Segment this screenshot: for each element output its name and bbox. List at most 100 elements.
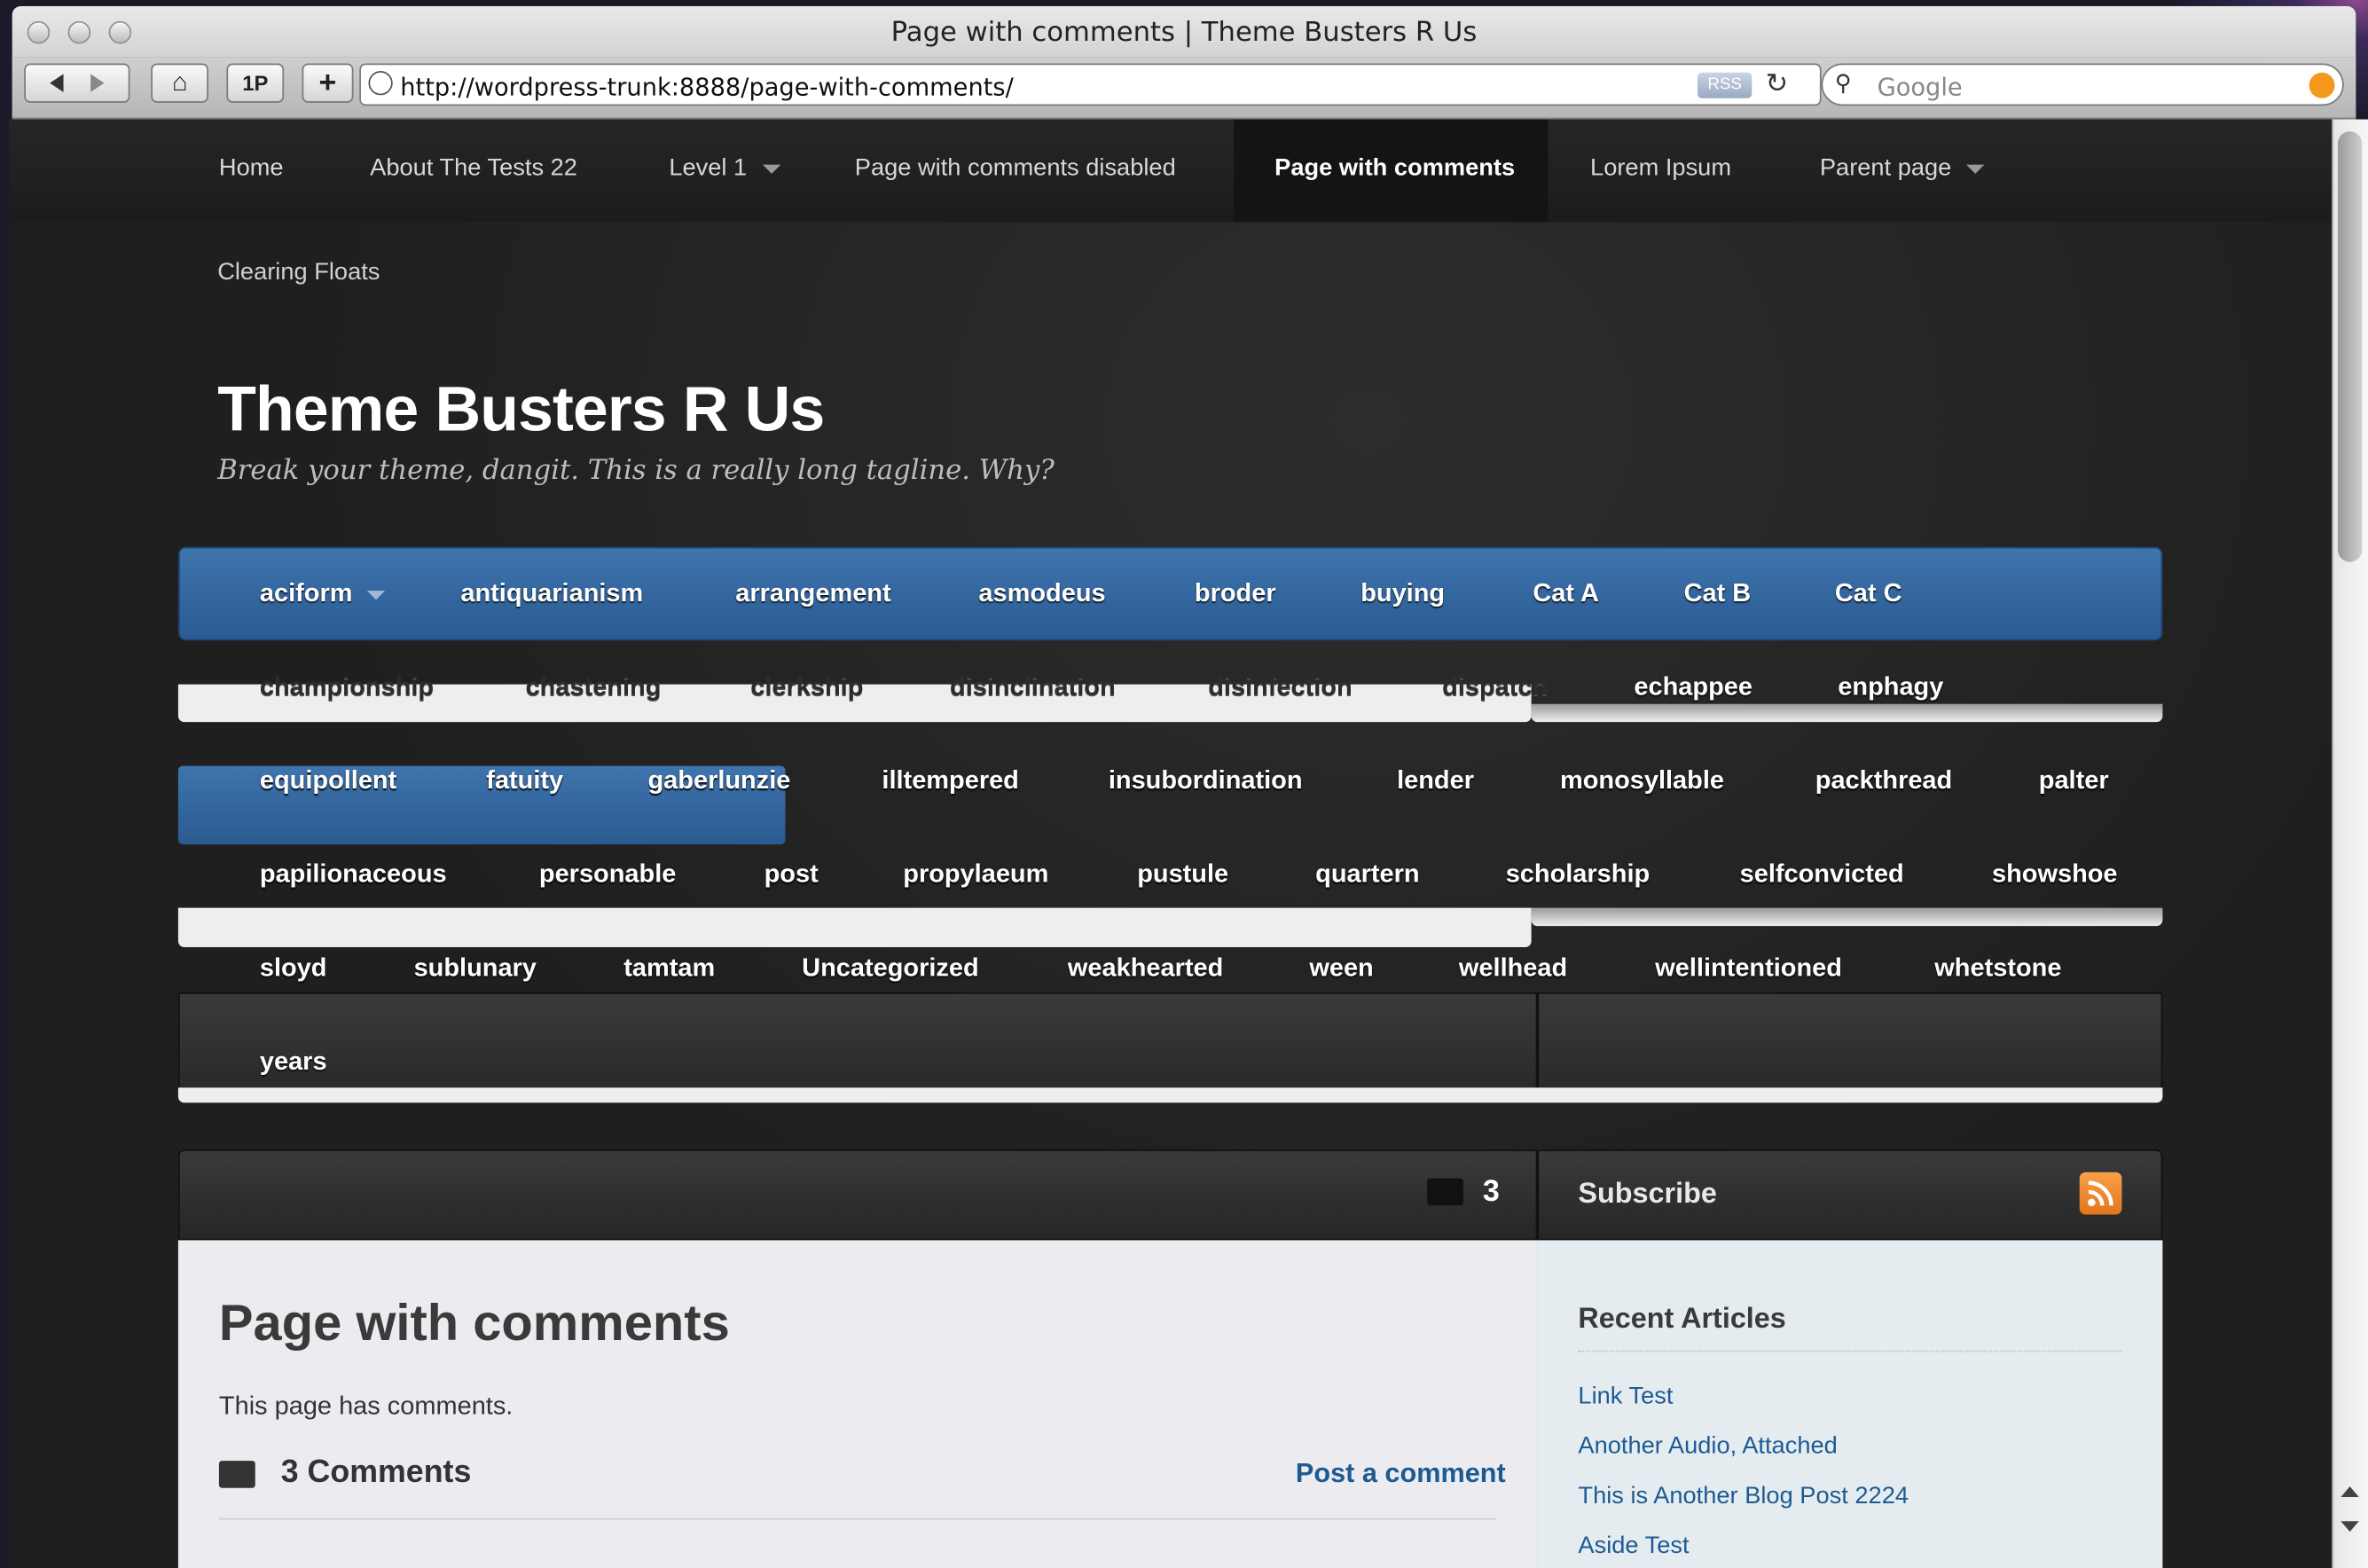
category-link[interactable]: broder — [1195, 578, 1276, 608]
category-link[interactable]: Cat C — [1835, 578, 1902, 608]
url-text[interactable]: http://wordpress-trunk:8888/page-with-co… — [400, 73, 1014, 101]
category-link[interactable]: pustule — [1137, 859, 1228, 890]
category-link[interactable]: chastening — [526, 672, 662, 702]
recent-article-link[interactable]: This is Another Blog Post 2224 — [1578, 1484, 1909, 1511]
category-link[interactable]: clerkship — [750, 672, 863, 702]
rss-feed-icon[interactable] — [2079, 1172, 2122, 1215]
category-link[interactable]: insubordination — [1109, 766, 1303, 796]
forward-arrow-icon[interactable] — [90, 74, 105, 92]
divider — [1578, 1350, 2122, 1353]
comment-count[interactable]: 3 — [1483, 1175, 1500, 1210]
category-link[interactable]: tamtam — [623, 953, 715, 984]
home-button[interactable]: ⌂ — [151, 63, 208, 103]
chevron-down-icon — [762, 164, 780, 174]
window-titlebar: Page with comments | Theme Busters R Us — [12, 5, 2356, 59]
category-link[interactable]: aciform — [260, 578, 386, 608]
category-link[interactable]: scholarship — [1506, 859, 1650, 890]
chevron-down-icon — [367, 590, 386, 600]
category-link[interactable]: years — [260, 1047, 327, 1077]
search-provider-icon[interactable] — [2309, 72, 2335, 98]
onepassword-button[interactable]: 1P — [226, 63, 285, 103]
comments-icon — [218, 1461, 255, 1488]
search-field[interactable]: ⚲ Google — [1821, 63, 2344, 106]
nav-item-level-1[interactable]: Level 1 — [669, 155, 780, 183]
divider — [218, 1517, 1497, 1520]
category-link[interactable]: propylaeum — [903, 859, 1048, 890]
page-scrollbar[interactable] — [2332, 119, 2368, 1568]
category-link[interactable]: disinfection — [1208, 672, 1352, 702]
post-comment-link[interactable]: Post a comment — [1296, 1458, 1506, 1490]
category-link[interactable]: Uncategorized — [802, 953, 978, 984]
plus-icon: + — [318, 66, 337, 99]
onepassword-label: 1P — [242, 71, 269, 96]
nav-item-home[interactable]: Home — [219, 155, 284, 183]
category-link[interactable]: personable — [539, 859, 676, 890]
home-icon: ⌂ — [171, 67, 188, 98]
category-link[interactable]: fatuity — [486, 766, 563, 796]
rss-badge[interactable]: RSS — [1697, 72, 1752, 98]
category-link[interactable]: Cat B — [1684, 578, 1752, 608]
category-link[interactable]: enphagy — [1838, 672, 1943, 702]
site-tagline: Break your theme, dangit. This is a real… — [217, 454, 1055, 487]
comment-bubble-icon — [1427, 1178, 1464, 1206]
window-title: Page with comments | Theme Busters R Us — [890, 16, 1478, 49]
category-link[interactable]: echappee — [1634, 672, 1752, 702]
nav-item-about[interactable]: About The Tests 22 — [370, 155, 577, 183]
search-icon[interactable]: ⚲ — [1835, 69, 1852, 97]
category-link[interactable]: illtempered — [882, 766, 1018, 796]
category-link[interactable]: arrangement — [735, 578, 890, 608]
category-link[interactable]: wellintentioned — [1655, 953, 1842, 984]
category-link[interactable]: quartern — [1315, 859, 1419, 890]
recent-articles-heading: Recent Articles — [1578, 1303, 1786, 1336]
add-bookmark-button[interactable]: + — [302, 63, 354, 103]
category-link[interactable]: Cat A — [1533, 578, 1599, 608]
back-arrow-icon[interactable] — [50, 74, 64, 92]
category-link[interactable]: selfconvicted — [1740, 859, 1904, 890]
category-link[interactable]: monosyllable — [1560, 766, 1724, 796]
back-forward-buttons[interactable] — [24, 63, 130, 103]
web-page: Home About The Tests 22 Level 1 Page wit… — [9, 119, 2333, 1568]
address-bar[interactable]: http://wordpress-trunk:8888/page-with-co… — [359, 63, 1822, 106]
content-header: 3 — [177, 1149, 1538, 1241]
category-link[interactable]: showshoe — [1992, 859, 2118, 890]
category-link[interactable]: equipollent — [260, 766, 396, 796]
scrollbar-thumb[interactable] — [2337, 131, 2363, 562]
category-link[interactable]: championship — [260, 672, 434, 702]
category-link[interactable]: ween — [1309, 953, 1373, 984]
category-link[interactable]: sloyd — [260, 953, 327, 984]
overflow-header-bar — [1537, 992, 2163, 1090]
category-link[interactable]: asmodeus — [978, 578, 1105, 608]
nav-item-parent-page[interactable]: Parent page — [1820, 155, 1985, 183]
top-navigation: Home About The Tests 22 Level 1 Page wit… — [9, 119, 2333, 223]
scroll-down-arrow-icon[interactable] — [2341, 1521, 2359, 1533]
reload-icon[interactable]: ↻ — [1766, 68, 1789, 100]
nav-item-level-1-label: Level 1 — [669, 155, 748, 182]
nav-item-clearing-floats[interactable]: Clearing Floats — [217, 260, 380, 287]
category-link[interactable]: disinclination — [950, 672, 1116, 702]
scroll-up-arrow-icon[interactable] — [2341, 1486, 2359, 1497]
category-link[interactable]: post — [765, 859, 819, 890]
recent-article-link[interactable]: Another Audio, Attached — [1578, 1433, 1837, 1461]
category-link[interactable]: papilionaceous — [260, 859, 447, 890]
page-body-text: This page has comments. — [218, 1391, 514, 1421]
category-link[interactable]: packthread — [1815, 766, 1952, 796]
category-link[interactable]: wellhead — [1459, 953, 1567, 984]
category-link[interactable]: buying — [1360, 578, 1445, 608]
nav-item-parent-page-label: Parent page — [1819, 155, 1952, 182]
nav-item-comments-disabled[interactable]: Page with comments disabled — [855, 155, 1176, 183]
category-link[interactable]: gaberlunzie — [648, 766, 791, 796]
overflow-header-bar — [177, 992, 1538, 1090]
nav-item-page-with-comments[interactable]: Page with comments — [1274, 155, 1515, 183]
category-link[interactable]: lender — [1397, 766, 1474, 796]
category-link[interactable]: whetstone — [1934, 953, 2061, 984]
category-link[interactable]: weakhearted — [1068, 953, 1223, 984]
category-link[interactable]: sublunary — [414, 953, 537, 984]
category-link[interactable]: antiquarianism — [460, 578, 643, 608]
category-link[interactable]: palter — [2039, 766, 2109, 796]
nav-item-lorem-ipsum[interactable]: Lorem Ipsum — [1590, 155, 1731, 183]
site-title[interactable]: Theme Busters R Us — [217, 373, 825, 446]
search-placeholder: Google — [1877, 72, 1963, 102]
recent-article-link[interactable]: Aside Test — [1578, 1533, 1689, 1561]
recent-article-link[interactable]: Link Test — [1578, 1384, 1673, 1411]
category-link[interactable]: dispatch — [1442, 672, 1548, 702]
